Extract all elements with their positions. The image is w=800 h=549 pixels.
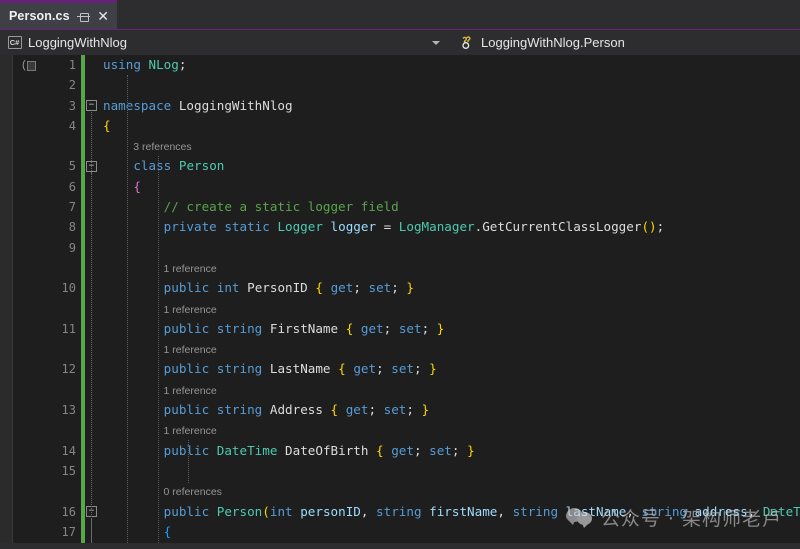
codelens-reference-count[interactable]: 1 reference (101, 420, 800, 440)
codelens-reference-count[interactable]: 1 reference (101, 339, 800, 359)
codelens-reference-count[interactable]: 1 reference (101, 380, 800, 400)
line-number-gutter: 1234 56789 10 11 12 13 1415 161718192021… (45, 55, 81, 543)
codelens-reference-count[interactable]: 0 references (101, 481, 800, 501)
code-folding-gutter[interactable]: − − − (85, 55, 101, 543)
pin-icon[interactable] (76, 10, 90, 23)
close-icon[interactable]: ✕ (97, 9, 110, 23)
line-number: 13 (61, 403, 76, 418)
code-line[interactable] (101, 238, 800, 258)
fold-cell (85, 116, 101, 136)
project-dropdown[interactable]: C# LoggingWithNlog (0, 30, 452, 55)
fold-cell (85, 461, 101, 481)
code-line[interactable]: private static Logger logger = LogManage… (101, 217, 800, 237)
bookmark-icon[interactable]: ( (22, 59, 37, 73)
line-number-spacer (45, 420, 76, 440)
code-line[interactable]: using NLog; (101, 55, 800, 75)
code-line[interactable]: public DateTime DateOfBirth { get; set; … (101, 441, 800, 461)
line-number: 6 (68, 179, 76, 194)
fold-cell (85, 75, 101, 95)
editor-tab-strip: Person.cs ✕ (0, 0, 800, 29)
line-number: 12 (61, 362, 76, 377)
line-number: 3 (68, 98, 76, 113)
fold-cell (85, 197, 101, 217)
code-editor[interactable]: ( 1234 56789 10 11 12 13 1415 1617181920… (0, 55, 800, 543)
code-line[interactable]: { (101, 522, 800, 542)
line-number: 5 (68, 159, 76, 174)
codelens-reference-count[interactable]: 3 references (101, 136, 800, 156)
editor-tab-label: Person.cs (9, 9, 70, 23)
chevron-down-icon[interactable] (432, 40, 440, 45)
line-number: 17 (61, 524, 76, 539)
fold-cell (85, 217, 101, 237)
code-line[interactable]: namespace LoggingWithNlog (101, 96, 800, 116)
fold-guide-line (91, 517, 92, 543)
code-content[interactable]: using NLog; namespace LoggingWithNlog{3 … (101, 55, 800, 543)
class-icon (460, 35, 475, 50)
fold-cell (85, 55, 101, 75)
line-number: 9 (68, 240, 76, 255)
fold-cell (85, 542, 101, 543)
line-number: 11 (61, 321, 76, 336)
fold-toggle-icon[interactable]: − (86, 100, 97, 112)
line-number: 14 (61, 443, 76, 458)
line-number: 2 (68, 78, 76, 93)
code-line[interactable]: class Person (101, 156, 800, 176)
project-dropdown-value: LoggingWithNlog (28, 35, 128, 50)
fold-cell (85, 278, 101, 298)
fold-cell (85, 522, 101, 542)
line-number: 7 (68, 200, 76, 215)
line-number-spacer (45, 339, 76, 359)
code-line[interactable]: public string Address { get; set; } (101, 400, 800, 420)
member-dropdown-value: LoggingWithNlog.Person (481, 35, 625, 50)
line-number-spacer (45, 136, 76, 156)
editor-tab-person-cs[interactable]: Person.cs ✕ (0, 0, 117, 29)
fold-cell (85, 177, 101, 197)
code-line[interactable]: public Person(int personID, string first… (101, 502, 800, 522)
line-number-spacer (45, 380, 76, 400)
visual-studio-editor-window: Person.cs ✕ C# LoggingWithNlog LoggingWi… (0, 0, 800, 549)
fold-cell (85, 441, 101, 461)
code-line[interactable]: // create a static logger field (101, 197, 800, 217)
code-line[interactable]: { (101, 116, 800, 136)
code-line[interactable] (101, 461, 800, 481)
line-number: 8 (68, 220, 76, 235)
code-line[interactable]: { (101, 177, 800, 197)
glyph-margin[interactable]: ( (13, 55, 45, 543)
code-line[interactable] (101, 75, 800, 95)
line-number: 1 (68, 58, 76, 72)
line-number-spacer (45, 481, 76, 501)
line-number-spacer (45, 299, 76, 319)
code-line[interactable]: public string FirstName { get; set; } (101, 319, 800, 339)
csharp-project-icon: C# (7, 35, 22, 50)
line-number: 16 (61, 504, 76, 519)
fold-cell (85, 319, 101, 339)
line-number: 15 (61, 463, 76, 478)
csharp-icon-glyph: C# (7, 36, 22, 49)
code-line[interactable]: PersonID = personID; (101, 542, 800, 543)
fold-cell (85, 359, 101, 379)
fold-guide-line (91, 172, 92, 543)
line-number: 4 (68, 118, 76, 133)
codelens-reference-count[interactable]: 1 reference (101, 299, 800, 319)
status-bar (0, 543, 800, 549)
line-number-spacer (45, 258, 76, 278)
fold-cell (85, 400, 101, 420)
code-line[interactable]: public int PersonID { get; set; } (101, 278, 800, 298)
line-number: 10 (61, 281, 76, 296)
member-dropdown[interactable]: LoggingWithNlog.Person (452, 30, 800, 55)
fold-cell (85, 238, 101, 258)
line-number: 18 (45, 542, 76, 543)
code-line[interactable]: public string LastName { get; set; } (101, 359, 800, 379)
navigation-bar: C# LoggingWithNlog LoggingWithNlog.Perso… (0, 29, 800, 55)
selection-margin (0, 55, 13, 543)
codelens-reference-count[interactable]: 1 reference (101, 258, 800, 278)
